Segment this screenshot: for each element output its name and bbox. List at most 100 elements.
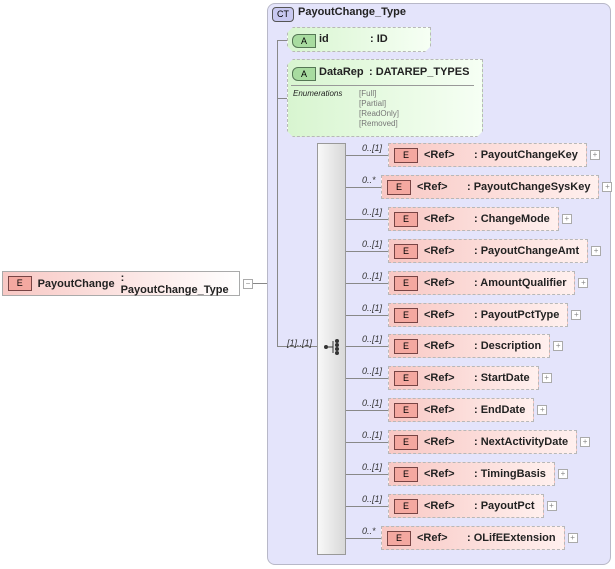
element-name: : ChangeMode (474, 213, 550, 225)
element-name: : AmountQualifier (474, 277, 567, 289)
expand-toggle[interactable]: + (602, 182, 613, 192)
element-ref[interactable]: E <Ref> : PayoutChangeSysKey (381, 175, 600, 199)
enum-value: [ReadOnly] (359, 109, 400, 118)
expand-toggle[interactable]: + (589, 150, 600, 160)
element-badge: E (394, 147, 418, 163)
element-ref-label: <Ref> (424, 245, 455, 257)
element-row: E <Ref> : PayoutPct + (388, 494, 557, 518)
element-multiplicity: 0..[1] (362, 271, 383, 281)
element-ref[interactable]: E <Ref> : StartDate (388, 366, 539, 390)
element-ref[interactable]: E <Ref> : OLifEExtension (381, 526, 565, 550)
element-multiplicity: 0..[1] (362, 366, 383, 376)
expand-toggle[interactable]: + (591, 246, 602, 256)
element-name: : PayoutChangeSysKey (467, 181, 591, 193)
element-badge: E (394, 338, 418, 354)
element-ref-label: <Ref> (424, 468, 455, 480)
element-multiplicity: 0..* (362, 526, 376, 536)
element-name: : EndDate (474, 404, 526, 416)
element-row: E <Ref> : PayoutPctType + (388, 303, 582, 327)
element-ref[interactable]: E <Ref> : Description (388, 334, 551, 358)
expand-toggle[interactable]: + (541, 373, 552, 383)
enum-value: [Full] (359, 89, 377, 98)
root-element-name: PayoutChange (37, 277, 115, 290)
element-row: E <Ref> : NextActivityDate + (388, 430, 591, 454)
element-row: E <Ref> : AmountQualifier + (388, 271, 589, 295)
element-name: : PayoutChangeKey (474, 149, 578, 161)
element-badge: E (394, 243, 418, 259)
element-ref-label: <Ref> (424, 404, 455, 416)
element-badge: E (394, 307, 418, 323)
element-ref[interactable]: E <Ref> : PayoutChangeKey (388, 143, 587, 167)
element-ref-label: <Ref> (417, 181, 448, 193)
attribute-name: DataRep (319, 66, 364, 78)
element-row: E <Ref> : PayoutChangeSysKey + (381, 175, 613, 199)
element-ref[interactable]: E <Ref> : ChangeMode (388, 207, 559, 231)
element-row: E <Ref> : PayoutChangeAmt + (388, 239, 602, 263)
element-ref[interactable]: E <Ref> : PayoutChangeAmt (388, 239, 589, 263)
expand-toggle[interactable]: + (578, 278, 589, 288)
element-multiplicity: 0..[1] (362, 494, 383, 504)
expand-toggle[interactable]: + (546, 501, 557, 511)
element-badge: E (394, 466, 418, 482)
attribute-name: id (319, 33, 329, 45)
attribute-datarep[interactable]: A DataRep : DATAREP_TYPES Enumerations [… (287, 59, 483, 137)
element-badge: E (394, 498, 418, 514)
element-ref[interactable]: E <Ref> : NextActivityDate (388, 430, 578, 454)
element-row: E <Ref> : TimingBasis + (388, 462, 568, 486)
element-badge: E (387, 530, 411, 546)
element-ref-label: <Ref> (424, 149, 455, 161)
expand-toggle[interactable]: + (557, 469, 568, 479)
sequence-icon (324, 339, 339, 355)
element-badge: E (394, 402, 418, 418)
attribute-type: : DATAREP_TYPES (369, 66, 470, 78)
enum-value: [Removed] (359, 119, 398, 128)
element-ref-label: <Ref> (424, 340, 455, 352)
attribute-badge: A (292, 67, 316, 81)
complex-type-title: PayoutChange_Type (298, 6, 406, 18)
element-multiplicity: 0..[1] (362, 207, 383, 217)
element-ref-label: <Ref> (424, 436, 455, 448)
element-name: : PayoutPctType (474, 309, 560, 321)
enum-value: [Partial] (359, 99, 387, 108)
expand-toggle[interactable]: + (537, 405, 548, 415)
element-row: E <Ref> : EndDate + (388, 398, 548, 422)
expand-toggle[interactable]: + (561, 214, 572, 224)
expand-toggle[interactable]: + (571, 310, 582, 320)
enumeration-list: [Full] [Partial] [ReadOnly] [Removed] (359, 89, 399, 129)
element-ref[interactable]: E <Ref> : PayoutPct (388, 494, 544, 518)
expand-toggle[interactable]: + (580, 437, 591, 447)
element-name: : StartDate (474, 372, 530, 384)
element-badge: E (394, 275, 418, 291)
element-badge: E (8, 276, 32, 291)
element-name: : PayoutPct (474, 500, 535, 512)
element-multiplicity: 0..[1] (362, 462, 383, 472)
element-row: E <Ref> : OLifEExtension + (381, 526, 578, 550)
element-multiplicity: 0..[1] (362, 398, 383, 408)
collapse-toggle[interactable]: − (243, 279, 253, 289)
element-badge: E (394, 370, 418, 386)
expand-toggle[interactable]: + (553, 341, 564, 351)
element-badge: E (394, 434, 418, 450)
element-row: E <Ref> : StartDate + (388, 366, 552, 390)
expand-toggle[interactable]: + (567, 533, 578, 543)
element-multiplicity: 0..[1] (362, 239, 383, 249)
element-row: E <Ref> : PayoutChangeKey + (388, 143, 600, 167)
element-ref-label: <Ref> (417, 532, 448, 544)
element-ref-label: <Ref> (424, 213, 455, 225)
element-ref[interactable]: E <Ref> : PayoutPctType (388, 303, 569, 327)
element-ref-label: <Ref> (424, 500, 455, 512)
element-ref[interactable]: E <Ref> : TimingBasis (388, 462, 555, 486)
enumerations-label: Enumerations (293, 89, 343, 98)
element-name: : OLifEExtension (467, 532, 556, 544)
element-multiplicity: 0..[1] (362, 143, 383, 153)
element-ref[interactable]: E <Ref> : EndDate (388, 398, 535, 422)
root-element[interactable]: E PayoutChange : PayoutChange_Type (2, 271, 240, 296)
sequence-multiplicity: [1]..[1] (287, 338, 313, 348)
element-ref-label: <Ref> (424, 372, 455, 384)
complex-type-badge: CT (272, 7, 294, 22)
element-row: E <Ref> : Description + (388, 334, 564, 358)
element-multiplicity: 0..* (362, 175, 376, 185)
attribute-id[interactable]: A id : ID (287, 27, 431, 52)
element-name: : TimingBasis (474, 468, 546, 480)
element-ref[interactable]: E <Ref> : AmountQualifier (388, 271, 576, 295)
